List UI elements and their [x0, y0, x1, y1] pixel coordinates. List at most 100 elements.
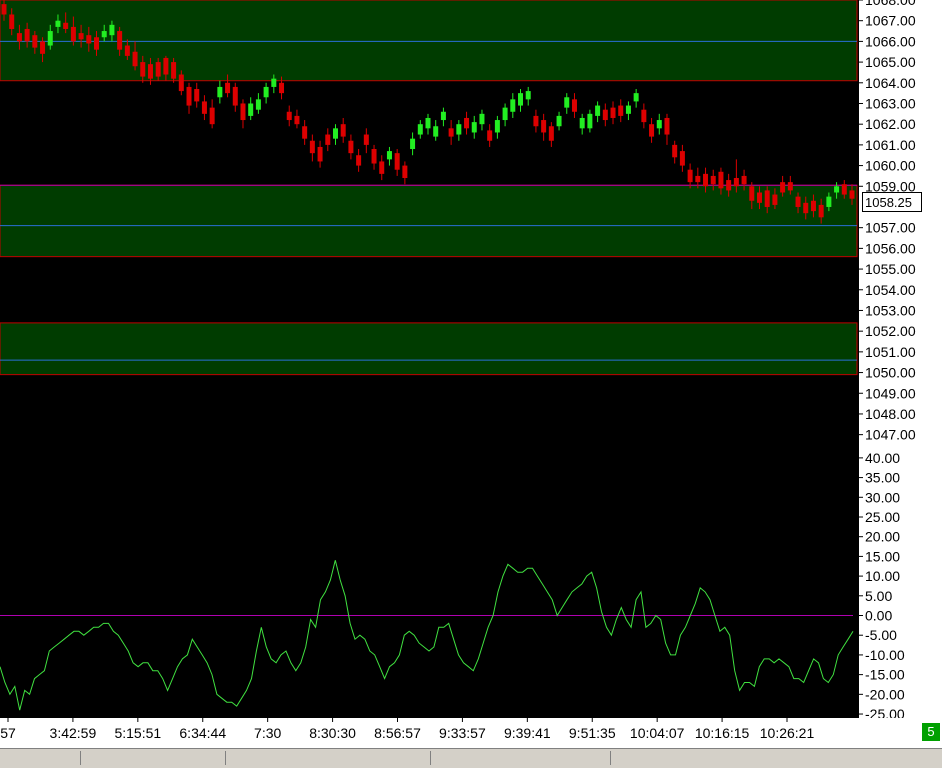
candle-body	[70, 26, 76, 42]
candle-body	[363, 134, 369, 145]
time-axis: 57 3:42:59 5:15:51 6:34:44 7:30 8:30:30 8:56:5…	[0, 718, 942, 748]
time-tick-label: 5:15:51	[114, 725, 161, 741]
oscillator-tick-label: -20.00	[865, 686, 905, 702]
candle-body	[255, 99, 261, 110]
candle-body	[101, 31, 107, 38]
candle-body	[171, 62, 177, 79]
candle-body	[633, 93, 639, 102]
candle-body	[834, 186, 840, 193]
candle-body	[564, 97, 570, 108]
candle-body	[718, 171, 724, 189]
price-tick-label: 1062.00	[865, 116, 916, 132]
time-axis-svg: 57 3:42:59 5:15:51 6:34:44 7:30 8:30:30 8:56:5…	[0, 718, 814, 741]
candle-body	[232, 86, 238, 106]
oscillator-tick-label: -10.00	[865, 647, 905, 663]
candle-body	[741, 175, 747, 185]
candle-body	[703, 173, 709, 187]
candle-body	[664, 117, 670, 135]
candle-body	[201, 101, 207, 114]
candle-body	[772, 194, 778, 205]
candle-body	[795, 196, 801, 207]
candle-body	[510, 99, 516, 112]
candle-body	[332, 128, 338, 139]
candle-body	[726, 180, 732, 191]
candle-body	[271, 78, 277, 87]
price-tick-label: 1061.00	[865, 137, 916, 153]
time-tick-label: 10:04:07	[630, 725, 685, 741]
candle-body	[625, 105, 631, 114]
candle-body	[78, 33, 84, 40]
candle-body	[456, 124, 462, 135]
oscillator-tick-label: 40.00	[865, 450, 900, 466]
price-tick-label: 1066.00	[865, 33, 916, 49]
oscillator-tick-label: -15.00	[865, 667, 905, 683]
candle-body	[317, 146, 323, 162]
candle-body	[440, 111, 446, 121]
candle-body	[356, 155, 362, 166]
candle-body	[487, 130, 493, 141]
status-badge: 5	[922, 723, 940, 741]
price-tick-label: 1050.00	[865, 365, 916, 381]
candle-body	[533, 115, 539, 127]
price-tick-label: 1052.00	[865, 323, 916, 339]
candle-body	[302, 126, 308, 139]
candle-body	[810, 200, 816, 212]
candle-body	[679, 151, 685, 166]
candle-body	[687, 169, 693, 183]
candle-body	[394, 153, 400, 170]
candle-body	[602, 109, 608, 121]
candle-body	[294, 115, 300, 125]
candle-body	[803, 202, 809, 214]
candle-body	[571, 99, 577, 112]
candle-body	[541, 120, 547, 133]
candle-body	[217, 86, 223, 98]
chart-svg[interactable]	[0, 0, 858, 718]
candle-body	[402, 165, 408, 178]
candle-body	[24, 28, 30, 42]
candle-body	[40, 41, 46, 54]
candle-body	[16, 33, 22, 42]
price-tick-label: 1049.00	[865, 385, 916, 401]
price-tick-label: 1047.00	[865, 427, 916, 443]
candle-body	[710, 175, 716, 185]
oscillator-tick-label: 25.00	[865, 509, 900, 525]
candle-body	[494, 120, 500, 133]
price-axis: 1068.00 1067.00 1066.00 1065.00 1064.00 1063.…	[858, 0, 942, 722]
chart-plot-area[interactable]	[0, 0, 858, 718]
candle-body	[47, 31, 53, 46]
price-tick-label: 1055.00	[865, 261, 916, 277]
candle-body	[656, 120, 662, 129]
time-tick-label: 10:16:15	[695, 725, 750, 741]
candle-body	[849, 190, 855, 199]
candle-body	[595, 105, 601, 116]
candle-body	[787, 182, 793, 191]
time-tick-label: 9:33:57	[439, 725, 486, 741]
candle-body	[286, 111, 292, 121]
candle-body	[417, 124, 423, 135]
time-tick-label: 57	[0, 725, 16, 741]
price-tick-label: 1065.00	[865, 54, 916, 70]
candle-body	[194, 89, 200, 102]
price-tick-label: 1056.00	[865, 240, 916, 256]
oscillator-tick-label: -25.00	[865, 706, 905, 718]
candle-body	[240, 103, 246, 121]
candle-body	[178, 74, 184, 92]
time-tick-label: 3:42:59	[50, 725, 97, 741]
last-price-tag: 1058.25	[862, 191, 922, 212]
candle-body	[1, 4, 7, 15]
oscillator-tick-label: 0.00	[865, 608, 892, 624]
candle-body	[618, 105, 624, 116]
candle-body	[610, 107, 616, 118]
oscillator-tick-label: 5.00	[865, 588, 892, 604]
axis-svg: 1068.00 1067.00 1066.00 1065.00 1064.00 1063.…	[859, 0, 916, 722]
candle-body	[756, 192, 762, 203]
candle-body	[518, 93, 524, 106]
candle-body	[348, 140, 354, 154]
candle-body	[433, 126, 439, 137]
candle-body	[55, 20, 61, 27]
candle-body	[94, 37, 100, 50]
price-tick-label: 1048.00	[865, 406, 916, 422]
candle-body	[548, 126, 554, 141]
oscillator-tick-label: 15.00	[865, 548, 900, 564]
candle-body	[9, 14, 15, 29]
